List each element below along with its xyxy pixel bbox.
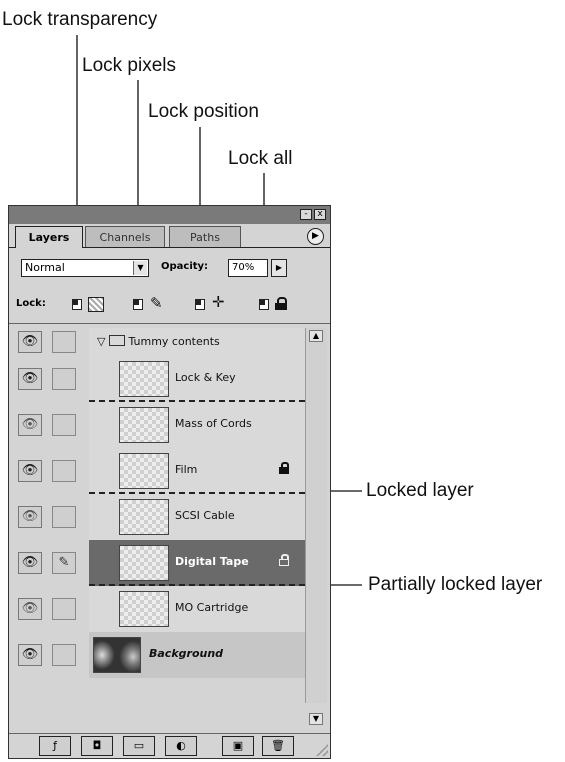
palette-titlebar[interactable]: - x: [9, 206, 330, 224]
brush-icon: ✎: [150, 294, 163, 312]
eye-icon[interactable]: 👁: [18, 552, 42, 574]
layer-style-icon[interactable]: ƒ: [39, 736, 71, 756]
tab-channels[interactable]: Channels: [85, 226, 165, 248]
layer-row[interactable]: 👁 MO Cartridge: [13, 586, 305, 632]
eye-hidden-icon[interactable]: 👁: [18, 506, 42, 528]
eye-icon[interactable]: 👁: [18, 368, 42, 390]
divider: [9, 733, 330, 734]
blend-mode-select[interactable]: Normal ▼: [21, 259, 149, 277]
link-slot[interactable]: [52, 506, 76, 528]
divider: [9, 323, 330, 324]
blend-mode-value: Normal: [25, 261, 65, 274]
new-layer-icon[interactable]: ▣: [222, 736, 254, 756]
scroll-down-icon[interactable]: ▼: [309, 713, 323, 725]
callout-partially-locked-layer: Partially locked layer: [368, 574, 543, 595]
scroll-up-icon[interactable]: ▲: [309, 330, 323, 342]
layer-thumbnail: [119, 591, 169, 627]
callout-lock-pixels: Lock pixels: [82, 55, 176, 76]
tab-layers[interactable]: Layers: [15, 226, 83, 248]
layer-row[interactable]: 👁 Lock & Key: [13, 356, 305, 402]
layer-thumbnail: [119, 361, 169, 397]
layer-name: MO Cartridge: [175, 601, 249, 614]
opacity-input[interactable]: 70%: [228, 259, 268, 277]
brush-icon[interactable]: ✎: [52, 552, 76, 574]
new-set-icon[interactable]: ▭: [123, 736, 155, 756]
opacity-slider-arrow-icon[interactable]: ▶: [271, 259, 287, 277]
layer-set-label: ▽ Tummy contents: [97, 335, 220, 348]
layer-thumbnail: [119, 499, 169, 535]
link-slot[interactable]: [52, 644, 76, 666]
link-slot[interactable]: [52, 368, 76, 390]
chevron-down-icon[interactable]: ▼: [133, 261, 147, 275]
adjustment-layer-icon[interactable]: ◐: [165, 736, 197, 756]
palette-menu-arrow-icon[interactable]: ▶: [307, 228, 324, 245]
layer-row[interactable]: 👁 Film: [13, 448, 305, 494]
partial-lock-icon: [279, 554, 289, 566]
close-icon[interactable]: x: [314, 209, 326, 220]
folder-icon: [109, 335, 126, 346]
scrollbar[interactable]: ▲ ▼: [305, 328, 327, 725]
layer-thumbnail: [119, 453, 169, 489]
eye-icon[interactable]: 👁: [18, 644, 42, 666]
lock-transparency-checkbox[interactable]: [72, 299, 82, 310]
callout-lock-all: Lock all: [228, 148, 293, 169]
lock-position-checkbox[interactable]: [195, 299, 205, 310]
mask-icon[interactable]: ◘: [81, 736, 113, 756]
eye-icon[interactable]: 👁: [18, 331, 42, 353]
tab-paths[interactable]: Paths: [169, 226, 241, 248]
layer-name: Tummy contents: [128, 335, 220, 348]
lock-pixels-checkbox[interactable]: [133, 299, 143, 310]
move-icon: ✛: [212, 293, 225, 311]
resize-grip-icon[interactable]: [316, 744, 328, 756]
layers-palette: - x Layers Channels Paths ▶ Normal ▼ Opa…: [8, 205, 331, 759]
layer-row[interactable]: 👁 Mass of Cords: [13, 402, 305, 448]
lock-label: Lock:: [16, 298, 46, 309]
layer-name: Digital Tape: [175, 555, 249, 568]
callout-locked-layer: Locked layer: [366, 480, 474, 501]
minimize-icon[interactable]: -: [300, 209, 312, 220]
lock-icon: [279, 462, 289, 474]
layer-thumbnail: [119, 545, 169, 581]
transparency-icon: [88, 297, 104, 312]
layer-name: Mass of Cords: [175, 417, 252, 430]
link-slot[interactable]: [52, 414, 76, 436]
layer-name: Lock & Key: [175, 371, 236, 384]
link-slot[interactable]: [52, 460, 76, 482]
layer-thumbnail: [119, 407, 169, 443]
lock-icon: [275, 297, 287, 310]
callout-lock-transparency: Lock transparency: [2, 9, 158, 30]
eye-hidden-icon[interactable]: 👁: [18, 414, 42, 436]
eye-hidden-icon[interactable]: 👁: [18, 598, 42, 620]
opacity-label: Opacity:: [161, 261, 209, 272]
lock-all-checkbox[interactable]: [259, 299, 269, 310]
layer-thumbnail: [93, 637, 141, 673]
layer-name: Film: [175, 463, 198, 476]
trash-icon[interactable]: 🗑: [262, 736, 294, 756]
layer-row-group[interactable]: 👁 ▽ Tummy contents: [13, 328, 305, 356]
layer-row[interactable]: 👁 SCSI Cable: [13, 494, 305, 540]
eye-icon[interactable]: 👁: [18, 460, 42, 482]
link-slot[interactable]: [52, 331, 76, 353]
layer-name: SCSI Cable: [175, 509, 235, 522]
layer-row-selected[interactable]: 👁 ✎ Digital Tape: [13, 540, 305, 586]
layer-list: 👁 ▽ Tummy contents 👁 Lock & Key 👁 Mass of…: [13, 328, 305, 703]
callout-lock-position: Lock position: [148, 101, 259, 122]
link-slot[interactable]: [52, 598, 76, 620]
layer-row-background[interactable]: 👁 Background: [13, 632, 305, 678]
layer-name: Background: [149, 647, 224, 660]
